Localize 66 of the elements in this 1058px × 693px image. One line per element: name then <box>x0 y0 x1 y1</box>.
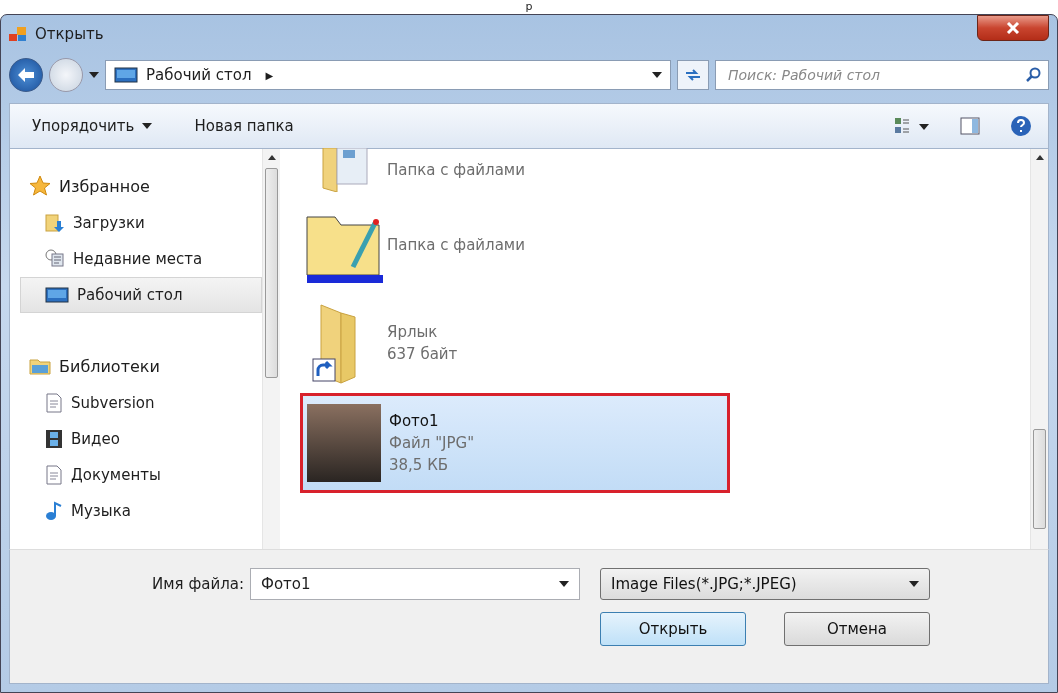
file-detail: Файл "JPG" <box>389 434 475 452</box>
dialog-button[interactable]: Отмена <box>784 612 930 646</box>
window-title: Открыть <box>35 25 105 43</box>
scrollbar[interactable] <box>1030 149 1048 549</box>
caret-icon <box>652 72 662 78</box>
sidebar-item[interactable]: Недавние места <box>20 241 262 277</box>
sidebar-item[interactable]: Subversion <box>20 385 262 421</box>
search-field[interactable]: Поиск: Рабочий стол <box>715 60 1049 90</box>
address-bar[interactable]: Рабочий стол ▶ <box>105 60 671 90</box>
search-icon <box>1026 67 1042 83</box>
scrollbar[interactable] <box>262 149 280 549</box>
file-detail: 38,5 КБ <box>389 456 450 474</box>
sidebar-item[interactable]: Видео <box>20 421 262 457</box>
view-options-icon[interactable] <box>894 117 930 135</box>
file-detail: 637 байт <box>387 345 458 363</box>
history-caret-icon <box>89 72 99 78</box>
address-location[interactable]: Рабочий стол <box>146 66 252 84</box>
file-item[interactable]: Папка с файлами <box>300 197 730 293</box>
refresh-button[interactable] <box>677 60 709 90</box>
toolbar-button[interactable]: Упорядочить <box>26 113 159 139</box>
close-button[interactable] <box>977 15 1049 41</box>
download-folder-icon <box>45 213 65 233</box>
close-icon <box>1006 22 1020 34</box>
sidebar-item[interactable]: Документы <box>20 457 262 493</box>
back-button[interactable] <box>9 58 43 92</box>
file-detail: Фото1 <box>389 412 440 430</box>
file-item[interactable]: Папка с файлами <box>300 143 730 197</box>
caret-icon <box>909 581 919 587</box>
caption-fragment: р <box>525 0 533 14</box>
sidebar-item[interactable]: Рабочий стол <box>20 277 262 313</box>
left-arrow-icon <box>17 67 35 83</box>
file-detail: Папка с файлами <box>387 161 525 179</box>
scroll-up-icon <box>1035 155 1044 160</box>
refresh-arrows-icon <box>685 68 701 82</box>
file-item[interactable]: Фото1 Файл "JPG" 38,5 КБ <box>300 393 730 493</box>
film-icon <box>45 429 63 449</box>
sidebar-group[interactable]: Избранное <box>20 167 262 205</box>
library-icon <box>29 356 51 376</box>
toolbar-button[interactable]: Новая папка <box>188 113 300 139</box>
recent-places-icon <box>45 249 65 269</box>
file-detail: Папка с файлами <box>387 236 525 254</box>
breadcrumb-separator[interactable]: ▶ <box>265 69 274 81</box>
scroll-thumb[interactable] <box>265 168 278 378</box>
star-icon <box>29 175 51 197</box>
file-name-label: Имя файла: <box>152 575 244 593</box>
sidebar-item[interactable]: Загрузки <box>20 205 262 241</box>
scroll-thumb[interactable] <box>1033 429 1046 529</box>
scroll-up-icon <box>267 155 276 160</box>
music-icon <box>45 501 63 521</box>
file-item[interactable]: Ярлык 637 байт <box>300 293 730 393</box>
help-icon[interactable] <box>1010 115 1032 137</box>
app-icon <box>9 26 27 42</box>
desktop-icon <box>114 66 138 84</box>
forward-button[interactable] <box>49 58 83 92</box>
caret-icon <box>142 123 153 129</box>
desktop-icon <box>45 286 69 304</box>
sidebar-item[interactable]: Музыка <box>20 493 262 529</box>
preview-pane-icon[interactable] <box>960 117 980 135</box>
file-name-field[interactable]: Фото1 <box>250 568 580 600</box>
document-icon <box>45 393 63 413</box>
dialog-button[interactable]: Открыть <box>600 612 746 646</box>
file-detail: Ярлык <box>387 323 439 341</box>
document-icon <box>45 465 63 485</box>
sidebar-group[interactable]: Библиотеки <box>20 347 262 385</box>
caret-icon <box>559 581 569 587</box>
file-type-dropdown[interactable]: Image Files(*.JPG;*.JPEG) <box>600 568 930 600</box>
